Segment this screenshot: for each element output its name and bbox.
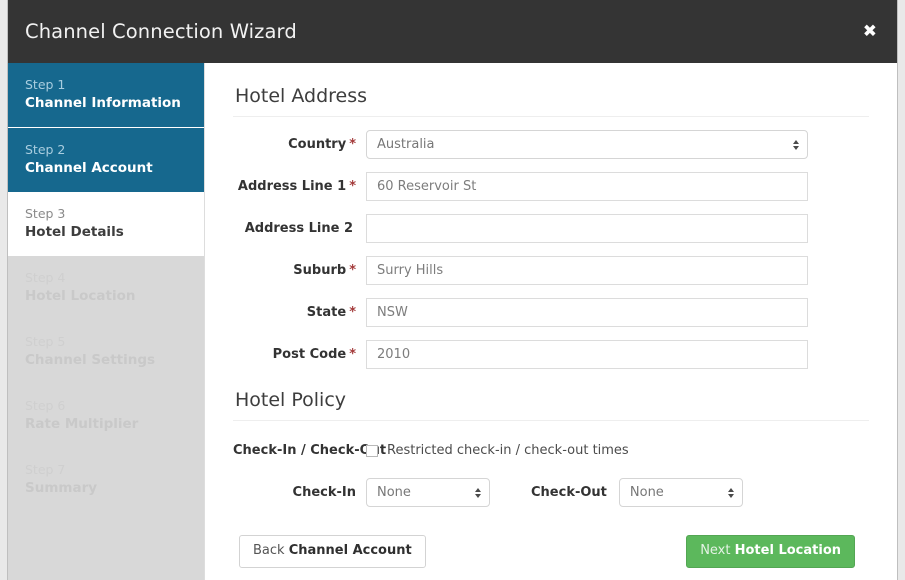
spinner-arrows-icon — [728, 488, 734, 498]
required-marker: * — [349, 305, 356, 320]
address-line-2-row: Address Line 2 — [233, 214, 869, 243]
checkout-label: Check-Out — [531, 485, 607, 500]
step-number: Step 7 — [25, 461, 204, 479]
channel-connection-wizard-dialog: Channel Connection Wizard ✖ Step 1 Chann… — [8, 0, 897, 580]
sidebar-step-channel-information[interactable]: Step 1 Channel Information — [8, 63, 204, 127]
step-number: Step 4 — [25, 269, 204, 287]
step-number: Step 6 — [25, 397, 204, 415]
suburb-label-text: Suburb — [293, 263, 346, 278]
state-row: State* — [233, 298, 869, 327]
step-label: Summary — [25, 479, 204, 498]
suburb-control — [366, 256, 869, 285]
suburb-input[interactable] — [366, 256, 808, 285]
checkin-checkout-label: Check-In / Check-Out — [233, 443, 366, 458]
suburb-label: Suburb* — [233, 263, 366, 278]
state-label: State* — [233, 305, 366, 320]
dialog-header: Channel Connection Wizard ✖ — [8, 0, 897, 63]
country-select[interactable]: Australia — [366, 130, 808, 159]
required-marker: * — [349, 263, 356, 278]
next-button-target: Hotel Location — [735, 543, 841, 558]
checkin-label: Check-In — [233, 485, 366, 500]
suburb-row: Suburb* — [233, 256, 869, 285]
step-number: Step 5 — [25, 333, 204, 351]
hotel-address-heading: Hotel Address — [233, 85, 869, 117]
address-line-2-input[interactable] — [366, 214, 808, 243]
restricted-times-label: Restricted check-in / check-out times — [387, 443, 629, 458]
step-label: Rate Multiplier — [25, 415, 204, 434]
next-button[interactable]: Next Hotel Location — [686, 535, 855, 568]
required-marker: * — [349, 179, 356, 194]
checkin-checkout-times-row: Check-In None Check-Out None — [233, 478, 869, 507]
post-code-label: Post Code* — [233, 347, 366, 362]
dialog-body: Step 1 Channel Information Step 2 Channe… — [8, 63, 897, 580]
country-label: Country* — [233, 137, 366, 152]
dialog-title: Channel Connection Wizard — [8, 20, 297, 43]
required-marker: * — [349, 347, 356, 362]
sidebar-step-summary: Step 7 Summary — [8, 448, 204, 512]
address-line-1-control — [366, 172, 869, 201]
hotel-policy-heading: Hotel Policy — [233, 389, 869, 421]
spinner-arrows-icon — [793, 140, 799, 150]
checkout-selected-value: None — [620, 485, 664, 500]
address-line-1-label: Address Line 1* — [233, 179, 366, 194]
step-number: Step 1 — [25, 76, 204, 94]
sidebar-step-hotel-location: Step 4 Hotel Location — [8, 256, 204, 320]
step-label: Hotel Details — [25, 223, 204, 242]
country-control: Australia — [366, 130, 869, 159]
back-button-target: Channel Account — [289, 543, 412, 558]
checkout-select[interactable]: None — [619, 478, 743, 507]
spinner-arrows-icon — [475, 488, 481, 498]
state-input[interactable] — [366, 298, 808, 327]
step-number: Step 3 — [25, 205, 204, 223]
checkin-selected-value: None — [367, 485, 411, 500]
checkin-select[interactable]: None — [366, 478, 490, 507]
restricted-times-row: Check-In / Check-Out Restricted check-in… — [233, 443, 869, 458]
post-code-row: Post Code* — [233, 340, 869, 369]
step-label: Hotel Location — [25, 287, 204, 306]
post-code-label-text: Post Code — [273, 347, 347, 362]
sidebar-filler — [8, 512, 204, 580]
sidebar-step-hotel-details[interactable]: Step 3 Hotel Details — [8, 192, 204, 256]
address-line-2-label-text: Address Line 2 — [245, 221, 353, 236]
address-line-1-input[interactable] — [366, 172, 808, 201]
country-label-text: Country — [288, 137, 346, 152]
country-selected-value: Australia — [367, 137, 435, 152]
address-line-2-control — [366, 214, 869, 243]
address-line-2-label: Address Line 2 — [233, 221, 366, 236]
restricted-times-checkbox[interactable] — [366, 445, 378, 457]
close-icon[interactable]: ✖ — [859, 21, 881, 42]
wizard-steps-sidebar: Step 1 Channel Information Step 2 Channe… — [8, 63, 205, 580]
sidebar-step-channel-settings: Step 5 Channel Settings — [8, 320, 204, 384]
step-label: Channel Settings — [25, 351, 204, 370]
state-control — [366, 298, 869, 327]
address-line-1-row: Address Line 1* — [233, 172, 869, 201]
wizard-footer: Back Channel Account Next Hotel Location — [233, 535, 869, 568]
required-marker: * — [349, 137, 356, 152]
back-button[interactable]: Back Channel Account — [239, 535, 426, 568]
wizard-content-panel: Hotel Address Country* Australia Address… — [205, 63, 897, 580]
step-number: Step 2 — [25, 141, 204, 159]
sidebar-step-channel-account[interactable]: Step 2 Channel Account — [8, 127, 204, 192]
post-code-input[interactable] — [366, 340, 808, 369]
step-label: Channel Account — [25, 159, 204, 178]
back-button-lead: Back — [253, 543, 285, 558]
country-row: Country* Australia — [233, 130, 869, 159]
next-button-lead: Next — [700, 543, 730, 558]
post-code-control — [366, 340, 869, 369]
address-line-1-label-text: Address Line 1 — [238, 179, 346, 194]
step-label: Channel Information — [25, 94, 204, 113]
sidebar-step-rate-multiplier: Step 6 Rate Multiplier — [8, 384, 204, 448]
state-label-text: State — [307, 305, 346, 320]
